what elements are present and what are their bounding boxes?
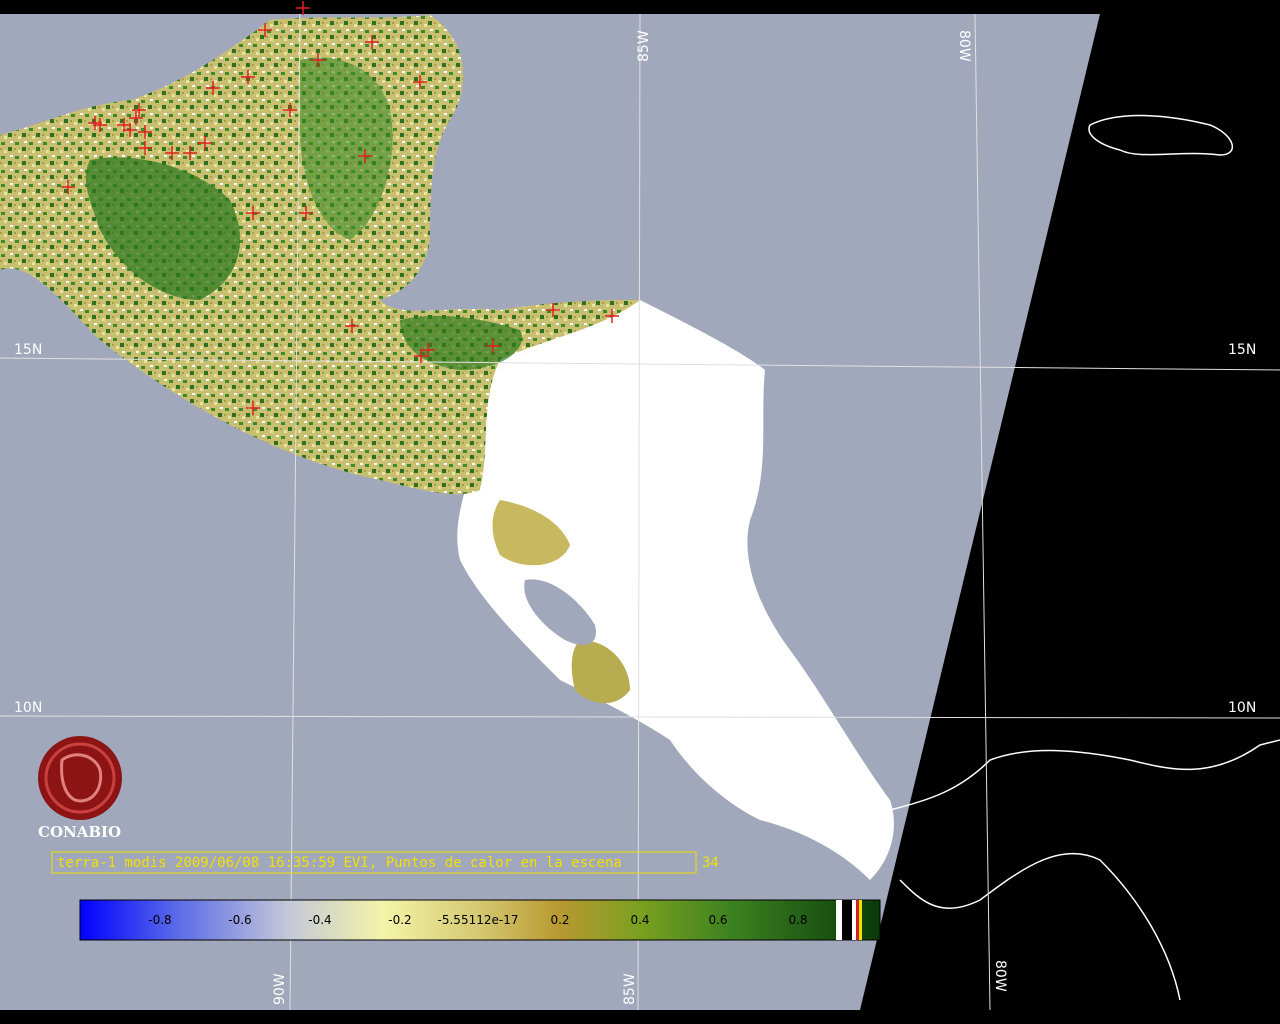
colorbar-tick-label: -5.55112e-17 — [438, 913, 519, 927]
hotspot-count: 34 — [702, 855, 719, 871]
conabio-logo-text: CONABIO — [38, 823, 121, 841]
colorbar-tick-label: 0.8 — [788, 913, 807, 927]
colorbar-tick-label: -0.6 — [228, 913, 251, 927]
colorbar-tick-label: 0.6 — [708, 913, 727, 927]
scene-caption: terra-1 modis 2009/06/08 16:35:59 EVI, P… — [57, 855, 622, 871]
colorbar-white-band — [836, 900, 842, 940]
lon-label-80w-bottom: 80W — [992, 960, 1008, 992]
lat-label-15n-right: 15N — [1228, 342, 1256, 358]
lat-label-10n-left: 10N — [14, 700, 42, 716]
lon-label-90w-bottom: 90W — [272, 973, 288, 1005]
lon-label-80w-top: 80W — [956, 30, 972, 62]
colorbar-tick-label: -0.8 — [148, 913, 171, 927]
colorbar-red-band — [856, 900, 859, 940]
conabio-logo: CONABIO — [38, 736, 122, 841]
evi-satellite-map: 15N 15N 10N 10N 85W 80W 90W 85W 80W CONA… — [0, 0, 1280, 1024]
colorbar-black-band — [842, 900, 852, 940]
lat-label-15n-left: 15N — [14, 342, 42, 358]
lat-label-10n-right: 10N — [1228, 700, 1256, 716]
colorbar-yellow-band — [859, 900, 862, 940]
lon-label-85w-bottom: 85W — [622, 973, 638, 1005]
conabio-logo-emblem — [38, 736, 122, 820]
colorbar-tick-label: 0.2 — [550, 913, 569, 927]
colorbar-tick-labels: -0.8 -0.6 -0.4 -0.2 -5.55112e-17 0.2 0.4 0.6 0.8 — [148, 913, 807, 927]
colorbar-tick-label: -0.2 — [388, 913, 411, 927]
lon-label-85w-top: 85W — [636, 30, 652, 62]
colorbar-white-band — [852, 900, 856, 940]
colorbar-tick-label: -0.4 — [308, 913, 331, 927]
colorbar-tick-label: 0.4 — [630, 913, 649, 927]
